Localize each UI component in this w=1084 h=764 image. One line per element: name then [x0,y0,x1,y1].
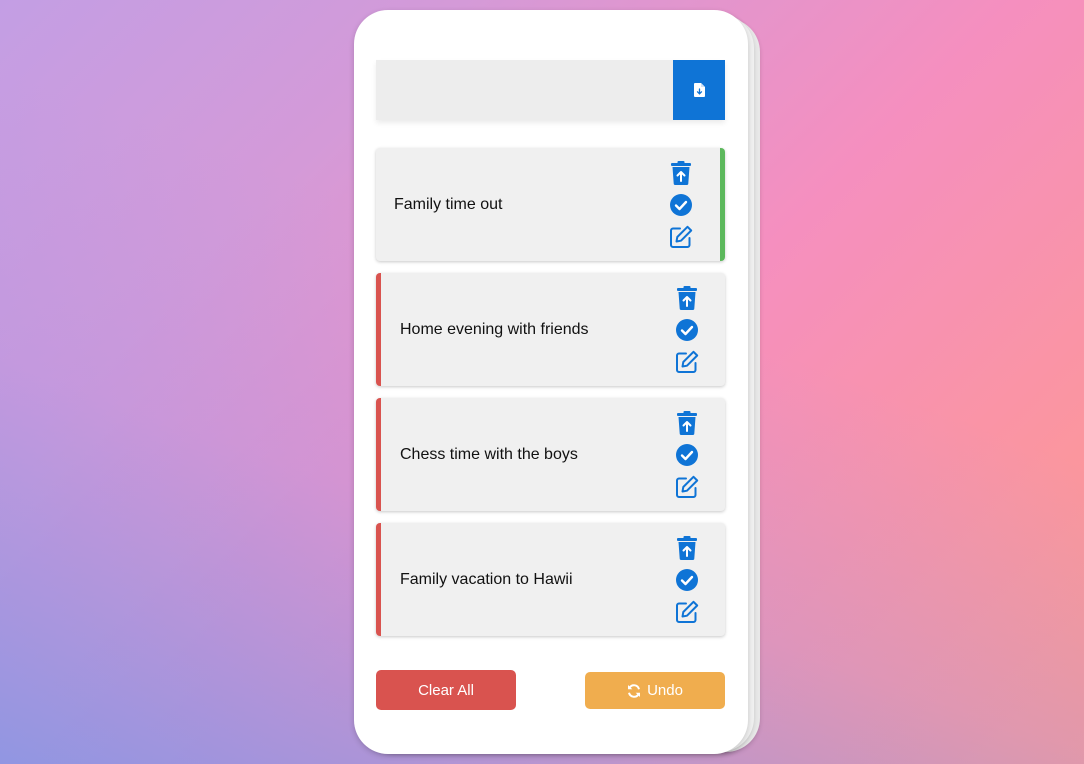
check-circle-icon[interactable] [675,318,699,342]
undo-button[interactable]: Undo [585,672,725,709]
task-item: Home evening with friends [376,273,725,386]
trash-restore-icon[interactable] [675,410,699,435]
check-circle-icon[interactable] [675,568,699,592]
edit-icon[interactable] [675,600,699,624]
task-input-row [376,60,725,120]
add-task-button[interactable] [673,60,725,120]
trash-restore-icon[interactable] [669,160,693,185]
task-actions [664,285,710,374]
todo-app-card: Family time out Home evening with friend… [354,10,748,754]
task-list: Family time out Home evening with friend… [376,148,725,648]
trash-restore-icon[interactable] [675,285,699,310]
footer-actions: Clear All Undo [376,670,725,710]
task-actions [664,535,710,624]
check-circle-icon[interactable] [675,443,699,467]
task-actions [658,160,704,249]
task-text: Home evening with friends [400,320,589,338]
task-actions [664,410,710,499]
edit-icon[interactable] [675,350,699,374]
undo-label: Undo [647,682,683,699]
edit-icon[interactable] [675,475,699,499]
task-item: Family time out [376,148,725,261]
task-input[interactable] [376,60,673,120]
task-item: Chess time with the boys [376,398,725,511]
task-item: Family vacation to Hawii [376,523,725,636]
sync-icon [628,683,641,698]
task-text: Family vacation to Hawii [400,570,573,588]
task-text: Family time out [394,195,503,213]
edit-icon[interactable] [669,225,693,249]
task-text: Chess time with the boys [400,445,578,463]
file-download-icon [693,83,705,97]
trash-restore-icon[interactable] [675,535,699,560]
check-circle-icon[interactable] [669,193,693,217]
clear-all-button[interactable]: Clear All [376,670,516,710]
